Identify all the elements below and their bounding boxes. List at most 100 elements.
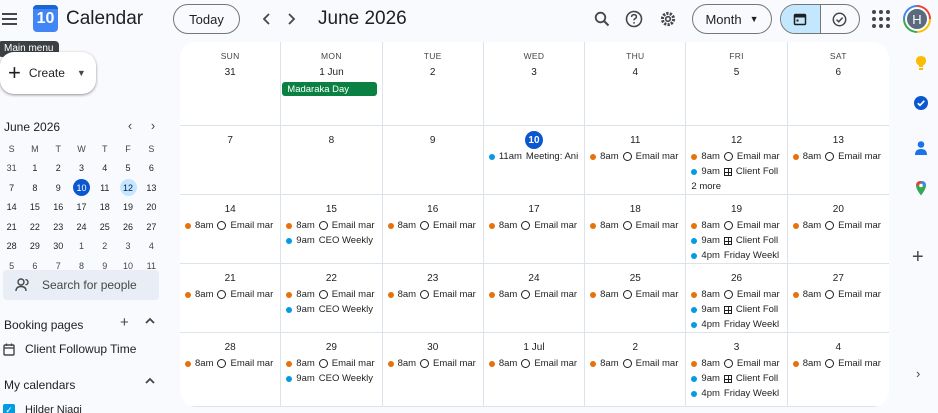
day-number[interactable]: 20: [788, 200, 889, 218]
event-chip[interactable]: 9am Client Foll: [686, 233, 786, 248]
event-chip[interactable]: 8am Email mar: [788, 149, 889, 164]
day-number[interactable]: 2: [585, 338, 685, 356]
event-chip[interactable]: 8am Email mar: [383, 287, 483, 302]
day-number[interactable]: 4: [788, 338, 889, 356]
mini-day[interactable]: 6: [140, 159, 163, 178]
keep-icon[interactable]: [913, 55, 929, 71]
day-cell[interactable]: 18 8am Email mar: [585, 195, 687, 263]
calendar-view-toggle[interactable]: [781, 5, 821, 33]
mini-day[interactable]: 1: [23, 159, 46, 178]
day-number[interactable]: 17: [484, 200, 584, 218]
mini-day[interactable]: 12: [116, 178, 139, 197]
event-chip[interactable]: 8am Email mar: [788, 287, 889, 302]
maps-icon[interactable]: [913, 180, 929, 196]
event-chip[interactable]: 8am Email mar: [383, 218, 483, 233]
account-avatar[interactable]: H: [903, 5, 931, 33]
day-number[interactable]: 28: [180, 338, 280, 356]
checkbox-checked-icon[interactable]: ✓: [3, 404, 15, 413]
booking-page-item[interactable]: Client Followup Time: [3, 342, 136, 356]
mini-day[interactable]: 30: [47, 237, 70, 256]
search-icon[interactable]: [592, 9, 612, 29]
event-chip[interactable]: 9am Client Foll: [686, 371, 786, 386]
event-chip[interactable]: 8am Email mar: [686, 356, 786, 371]
app-title[interactable]: Calendar: [66, 8, 143, 30]
event-chip[interactable]: 8am Email mar: [484, 356, 584, 371]
mini-day[interactable]: 24: [70, 217, 93, 236]
day-number[interactable]: 19: [686, 200, 786, 218]
event-chip[interactable]: 4pm Friday Weekl: [686, 248, 786, 263]
event-chip[interactable]: 8am Email mar: [281, 287, 381, 302]
mini-day[interactable]: 31: [0, 159, 23, 178]
mini-day[interactable]: 21: [0, 217, 23, 236]
my-calendar-item[interactable]: ✓ Hilder Njagi: [3, 404, 82, 413]
mini-day[interactable]: 29: [23, 237, 46, 256]
event-chip[interactable]: 8am Email mar: [281, 218, 381, 233]
day-number[interactable]: 13: [788, 131, 889, 149]
mini-day[interactable]: 7: [0, 178, 23, 197]
day-cell[interactable]: 12 8am Email mar 9am Client Foll 2 more: [686, 126, 788, 194]
day-cell[interactable]: 29 8am Email mar 9am CEO Weekly: [281, 333, 383, 406]
event-chip[interactable]: 9am CEO Weekly: [281, 302, 381, 317]
day-number[interactable]: 22: [281, 269, 381, 287]
day-number[interactable]: 27: [788, 269, 889, 287]
event-chip[interactable]: 11am Meeting: Ani: [484, 149, 584, 164]
event-chip[interactable]: 8am Email mar: [686, 149, 786, 164]
day-number[interactable]: 3: [686, 338, 786, 356]
day-cell[interactable]: 27 8am Email mar: [788, 264, 889, 332]
mini-day[interactable]: 13: [140, 178, 163, 197]
day-number[interactable]: 2: [383, 63, 483, 81]
day-number[interactable]: 26: [686, 269, 786, 287]
day-cell[interactable]: 14 8am Email mar: [180, 195, 282, 263]
day-number[interactable]: 6: [788, 63, 889, 81]
day-number[interactable]: 10: [484, 131, 584, 149]
event-chip[interactable]: 8am Email mar: [281, 356, 381, 371]
day-cell[interactable]: 15 8am Email mar 9am CEO Weekly: [281, 195, 383, 263]
settings-gear-icon[interactable]: [658, 9, 678, 29]
mini-day[interactable]: 4: [93, 159, 116, 178]
day-number[interactable]: 31: [180, 63, 280, 81]
event-chip[interactable]: 8am Email mar: [484, 218, 584, 233]
day-number[interactable]: 4: [585, 63, 685, 81]
day-cell[interactable]: 8: [281, 126, 383, 194]
mini-day[interactable]: 17: [70, 198, 93, 217]
day-cell[interactable]: 30 8am Email mar: [383, 333, 484, 406]
day-number[interactable]: 5: [686, 63, 786, 81]
event-chip[interactable]: 8am Email mar: [686, 218, 786, 233]
mini-day[interactable]: 3: [116, 237, 139, 256]
holiday-event-chip[interactable]: Madaraka Day: [282, 82, 377, 96]
mini-day[interactable]: 28: [0, 237, 23, 256]
day-number[interactable]: 30: [383, 338, 483, 356]
main-menu-icon[interactable]: [2, 9, 22, 29]
day-cell[interactable]: SUN 31: [180, 42, 282, 125]
event-chip[interactable]: 8am Email mar: [585, 356, 685, 371]
day-cell[interactable]: 26 8am Email mar 9am Client Foll 4pm Friday We…: [686, 264, 788, 332]
event-chip[interactable]: 8am Email mar: [180, 218, 280, 233]
day-cell[interactable]: 22 8am Email mar 9am CEO Weekly: [281, 264, 383, 332]
view-selector-dropdown[interactable]: Month ▼: [692, 4, 772, 34]
mini-day[interactable]: 22: [23, 217, 46, 236]
mini-prev-month-icon[interactable]: ‹: [122, 118, 138, 133]
day-number[interactable]: 15: [281, 200, 381, 218]
day-cell[interactable]: 3 8am Email mar 9am Client Foll 4pm Friday Wee…: [686, 333, 788, 406]
mini-day[interactable]: 15: [23, 198, 46, 217]
mini-next-month-icon[interactable]: ›: [145, 118, 161, 133]
day-cell[interactable]: TUE 2: [383, 42, 484, 125]
day-number[interactable]: 1 Jun: [281, 63, 381, 81]
event-chip[interactable]: 9am CEO Weekly: [281, 233, 381, 248]
day-cell[interactable]: 23 8am Email mar: [383, 264, 484, 332]
get-addons-plus-icon[interactable]: +: [912, 246, 924, 269]
day-number[interactable]: 12: [686, 131, 786, 149]
add-booking-page-icon[interactable]: +: [120, 314, 129, 331]
day-number[interactable]: 29: [281, 338, 381, 356]
day-cell[interactable]: WED 3: [484, 42, 586, 125]
mini-day[interactable]: 4: [140, 237, 163, 256]
collapse-booking-pages-icon[interactable]: [144, 314, 156, 331]
chevron-left-icon[interactable]: [257, 9, 277, 29]
day-cell[interactable]: FRI 5: [686, 42, 788, 125]
mini-day[interactable]: 19: [116, 198, 139, 217]
day-number[interactable]: 7: [180, 131, 280, 149]
show-side-panel-chevron-icon[interactable]: ›: [916, 366, 920, 381]
day-cell[interactable]: 19 8am Email mar 9am Client Foll 4pm Friday We…: [686, 195, 788, 263]
event-chip[interactable]: 8am Email mar: [180, 356, 280, 371]
mini-day[interactable]: 3: [70, 159, 93, 178]
